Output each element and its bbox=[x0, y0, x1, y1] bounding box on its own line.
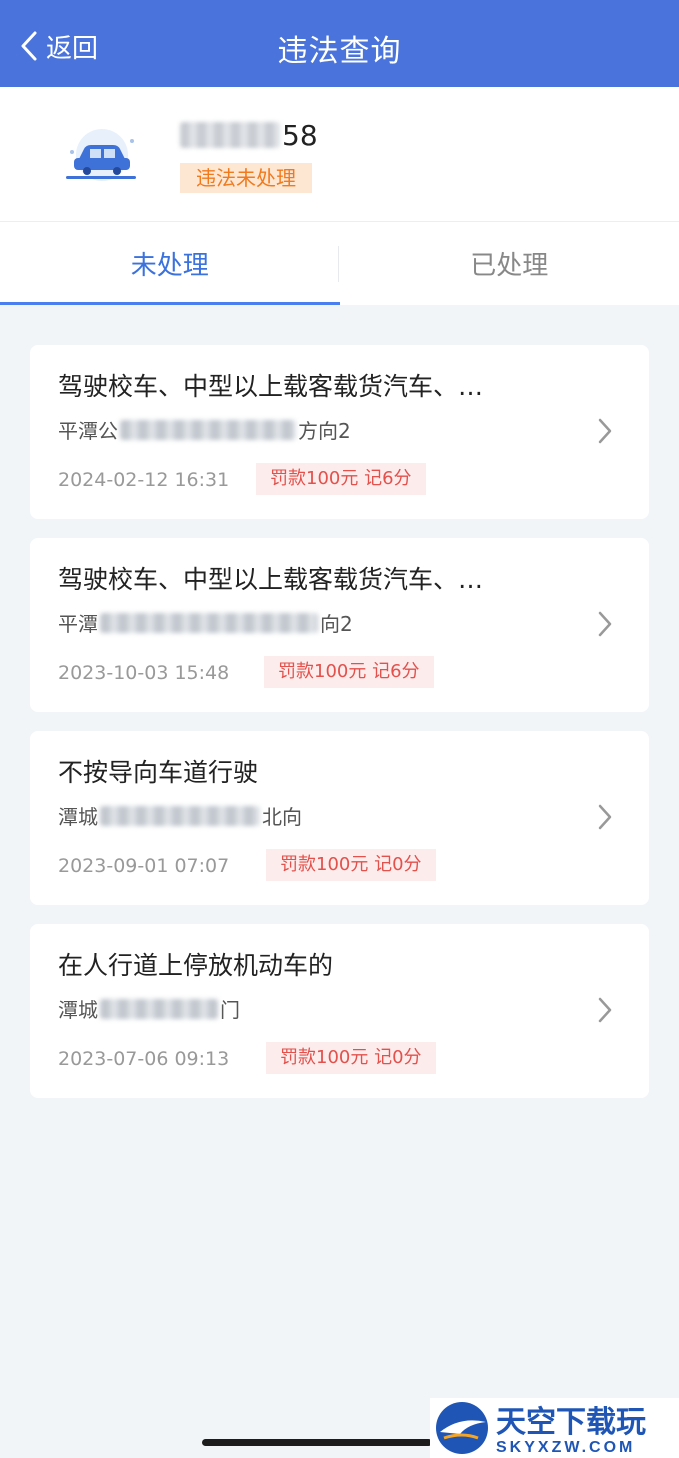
violation-title: 驾驶校车、中型以上载客载货汽车、… bbox=[58, 565, 484, 594]
violation-location: 潭城 北向 bbox=[58, 805, 302, 829]
violation-time: 2024-02-12 16:31 bbox=[58, 469, 230, 491]
violation-title: 驾驶校车、中型以上载客载货汽车、… bbox=[58, 372, 484, 401]
car-icon bbox=[66, 129, 136, 181]
violation-location: 平潭 向2 bbox=[58, 612, 353, 636]
home-indicator bbox=[202, 1439, 432, 1446]
chevron-right-icon bbox=[598, 804, 612, 830]
vehicle-info: 58 违法未处理 bbox=[0, 87, 679, 222]
fine-badge: 罚款100元 记0分 bbox=[266, 1042, 436, 1074]
license-plate: 58 bbox=[180, 117, 318, 153]
violation-card[interactable]: 驾驶校车、中型以上载客载货汽车、… 平潭 向2 2023-10-03 15:48… bbox=[30, 538, 649, 712]
page-title: 违法查询 bbox=[277, 34, 402, 69]
violation-time: 2023-10-03 15:48 bbox=[58, 662, 230, 684]
violation-card[interactable]: 在人行道上停放机动车的 潭城 门 2023-07-06 09:13 罚款100元… bbox=[30, 924, 649, 1098]
violation-title: 不按导向车道行驶 bbox=[58, 758, 259, 787]
plate-masked bbox=[180, 122, 280, 148]
violation-card[interactable]: 驾驶校车、中型以上载客载货汽车、… 平潭公 方向2 2024-02-12 16:… bbox=[30, 345, 649, 519]
violation-time: 2023-07-06 09:13 bbox=[58, 1048, 230, 1070]
location-masked bbox=[100, 805, 260, 826]
violation-card[interactable]: 不按导向车道行驶 潭城 北向 2023-09-01 07:07 罚款100元 记… bbox=[30, 731, 649, 905]
chevron-right-icon bbox=[598, 997, 612, 1023]
tab-processed[interactable]: 已处理 bbox=[340, 222, 679, 305]
watermark-domain: SKYXZW.COM bbox=[496, 1439, 635, 1456]
violation-location: 潭城 门 bbox=[58, 998, 240, 1022]
tab-unprocessed[interactable]: 未处理 bbox=[0, 222, 340, 305]
watermark-brand: 天空下载玩 bbox=[496, 1406, 646, 1439]
fine-badge: 罚款100元 记6分 bbox=[256, 463, 426, 495]
plate-visible: 58 bbox=[282, 118, 318, 152]
violation-location: 平潭公 方向2 bbox=[58, 419, 351, 443]
location-masked bbox=[100, 998, 218, 1019]
location-masked bbox=[120, 419, 296, 440]
location-masked bbox=[100, 612, 318, 633]
violation-title: 在人行道上停放机动车的 bbox=[58, 951, 334, 980]
tab-divider bbox=[338, 246, 339, 282]
fine-badge: 罚款100元 记6分 bbox=[264, 656, 434, 688]
violation-time: 2023-09-01 07:07 bbox=[58, 855, 230, 877]
watermark-logo: 天空下载玩 SKYXZW.COM bbox=[430, 1398, 679, 1458]
status-badge: 违法未处理 bbox=[180, 163, 312, 193]
fine-badge: 罚款100元 记0分 bbox=[266, 849, 436, 881]
chevron-right-icon bbox=[598, 418, 612, 444]
chevron-right-icon bbox=[598, 611, 612, 637]
tab-bar: 未处理 已处理 bbox=[0, 222, 679, 305]
nav-bar: 返回 违法查询 bbox=[0, 0, 679, 87]
